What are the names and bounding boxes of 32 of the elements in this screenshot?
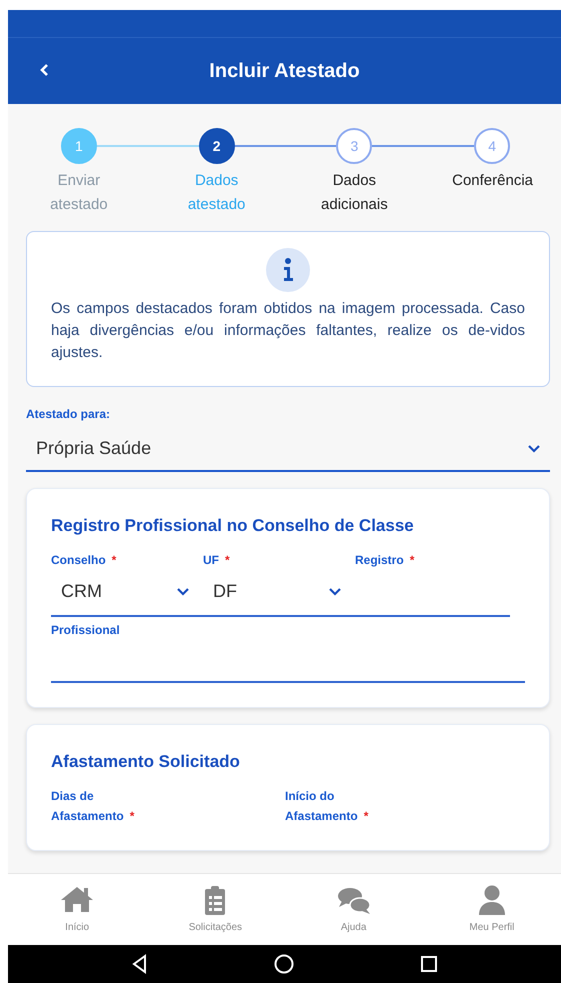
field-label: UF * <box>203 552 231 568</box>
screen-title: Incluir Atestado <box>208 59 361 84</box>
info-text: Os campos destacados foram obtidos na imagem processada. Caso haja divergências e/ou informações faltantes, realize os de-vidos ajustes. <box>51 299 525 363</box>
section-title: Afastamento Solicitado <box>51 750 241 772</box>
nav-label[interactable]: Início <box>65 920 90 935</box>
step-label: Conferência <box>452 171 532 191</box>
select-field[interactable]: CRM <box>51 568 203 616</box>
nav-label[interactable]: Solicitações <box>188 920 242 935</box>
step-circle[interactable]: 4 <box>474 128 510 164</box>
step-label: Dados atestado <box>186 171 246 215</box>
field-label: Registro * <box>355 552 416 568</box>
step-circle[interactable]: 1 <box>60 128 97 164</box>
step-label: Dados adicionais <box>320 171 389 215</box>
field-label: Profissional <box>51 622 121 638</box>
field-label: Dias de Afastamento * <box>51 788 136 825</box>
step-circle[interactable]: 2 <box>198 128 235 164</box>
chevron-down-icon <box>177 588 189 596</box>
chevron-down-icon <box>329 588 341 596</box>
field-label: Conselho * <box>51 552 118 568</box>
select-field[interactable]: Própria Saúde <box>26 427 550 472</box>
nav-label[interactable]: Meu Perfil <box>469 920 514 935</box>
step-circle[interactable]: 3 <box>336 128 372 164</box>
info-icon <box>266 248 310 292</box>
back-icon[interactable] <box>38 63 50 77</box>
select-field[interactable]: DF <box>203 568 355 616</box>
section-title: Registro Profissional no Conselho de Classe <box>51 515 415 537</box>
field-label: Atestado para: <box>26 406 112 423</box>
chevron-down-icon <box>528 444 540 452</box>
home-circle-icon[interactable] <box>273 953 296 975</box>
nav-label[interactable]: Ajuda <box>340 920 366 935</box>
field-label: Início do Afastamento * <box>285 788 370 825</box>
step-label: Enviar atestado <box>49 171 109 215</box>
